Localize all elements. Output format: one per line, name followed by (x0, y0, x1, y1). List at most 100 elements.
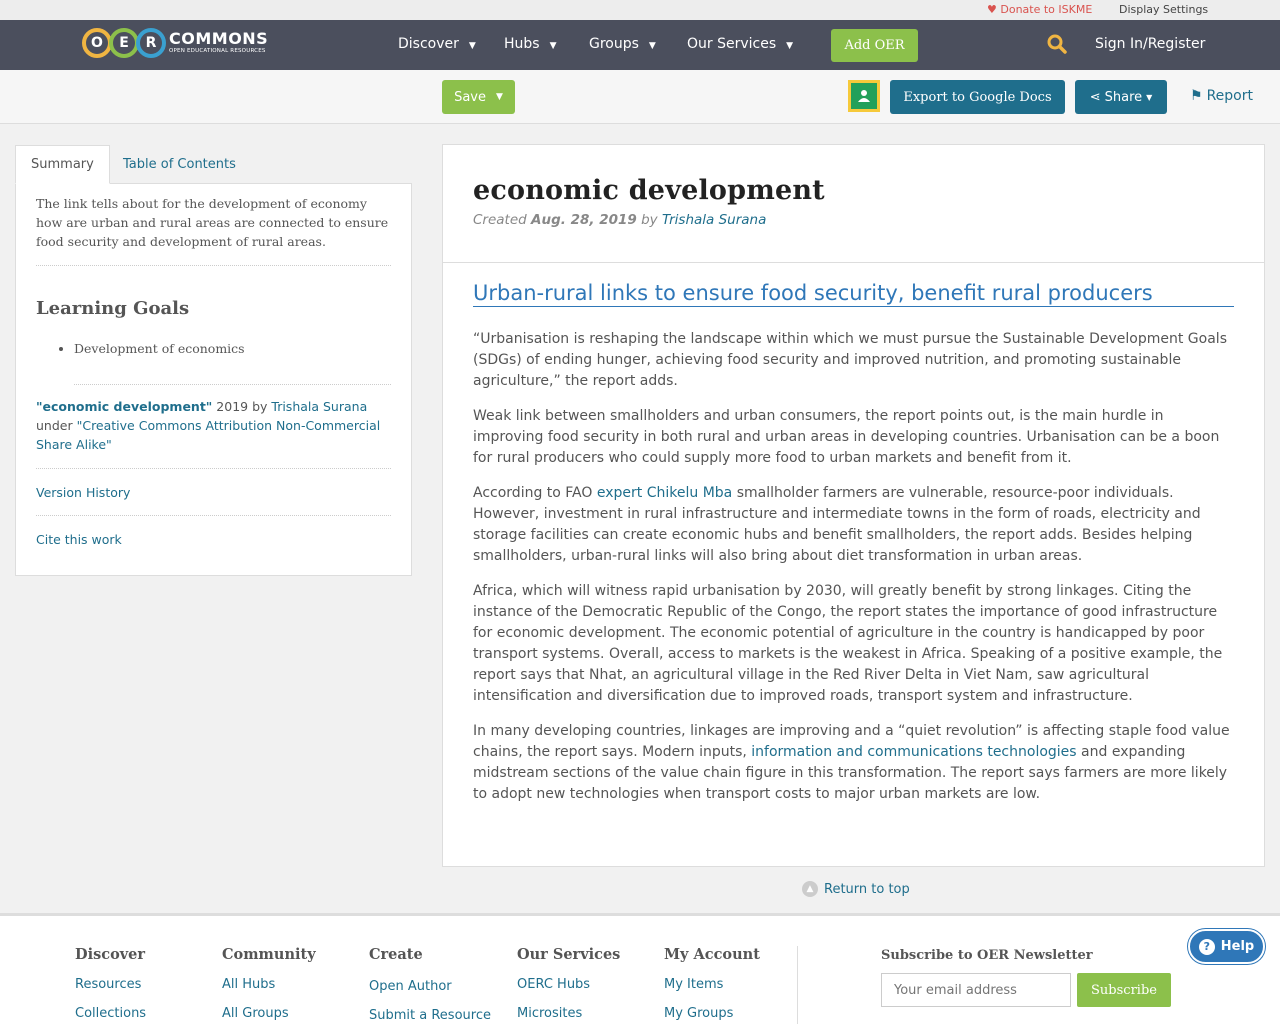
footer-heading: Discover (75, 946, 146, 963)
caret-down-icon: ▼ (496, 92, 503, 102)
footer-divider (797, 946, 798, 1024)
license-attribution: "economic development" 2019 by Trishala … (36, 397, 391, 469)
subscribe-button[interactable]: Subscribe (1077, 973, 1171, 1007)
footer-link-oerc-hubs[interactable]: OERC Hubs (517, 977, 620, 992)
footer-link-collections[interactable]: Collections (75, 1006, 146, 1021)
summary-panel: The link tells about for the development… (15, 183, 412, 576)
newsletter-email-input[interactable] (881, 973, 1071, 1007)
created-label: Created (473, 212, 527, 228)
footer-link-my-items[interactable]: My Items (664, 977, 760, 992)
logo-subtitle: OPEN EDUCATIONAL RESOURCES (169, 48, 266, 54)
resource-header: economic development Created Aug. 28, 20… (443, 145, 1264, 263)
version-history-row: Version History (36, 485, 391, 516)
tab-table-of-contents[interactable]: Table of Contents (108, 145, 251, 184)
paragraph-1: “Urbanisation is reshaping the landscape… (473, 331, 1227, 389)
sign-in-register-link[interactable]: Sign In/Register (1095, 36, 1205, 52)
footer-heading: My Account (664, 946, 760, 963)
chevron-down-icon: ▼ (786, 41, 794, 51)
resource-title-link[interactable]: "economic development" (36, 399, 212, 414)
footer-col-community: Community All Hubs All Groups (222, 946, 316, 1021)
cite-this-work-link[interactable]: Cite this work (36, 532, 122, 547)
question-icon: ? (1198, 938, 1215, 955)
flag-icon: ⚑ (1190, 88, 1203, 104)
help-label: Help (1220, 939, 1255, 954)
footer-col-my-account: My Account My Items My Groups (664, 946, 760, 1021)
nav-hubs-label: Hubs (504, 36, 540, 52)
nav-groups-label: Groups (589, 36, 639, 52)
chevron-down-icon: ▼ (648, 41, 656, 51)
cite-row: Cite this work (36, 532, 391, 562)
nav-hubs[interactable]: Hubs ▼ (504, 36, 557, 52)
share-button[interactable]: ⋖ Share ▼ (1075, 80, 1167, 114)
paragraph-3-start: According to FAO (473, 485, 597, 501)
main-navbar: O E R COMMONS OPEN EDUCATIONAL RESOURCES… (0, 20, 1280, 70)
nav-discover[interactable]: Discover ▼ (398, 36, 476, 52)
arrow-up-icon: ▲ (802, 881, 818, 897)
footer-col-create: Create Open Author Submit a Resource (369, 946, 491, 1023)
nav-our-services[interactable]: Our Services ▼ (687, 36, 793, 52)
tab-summary[interactable]: Summary (15, 145, 110, 184)
logo-letter-o: O (82, 28, 112, 58)
expert-link[interactable]: expert Chikelu Mba (597, 485, 732, 501)
ict-link[interactable]: information and communications technolog… (751, 744, 1076, 760)
site-footer: Discover Resources Collections Community… (0, 913, 1280, 1024)
nav-groups[interactable]: Groups ▼ (589, 36, 656, 52)
footer-heading: Community (222, 946, 316, 963)
oer-commons-logo[interactable]: O E R COMMONS OPEN EDUCATIONAL RESOURCES (82, 25, 268, 61)
caret-down-icon: ▼ (1146, 92, 1153, 102)
page-title: economic development (473, 175, 825, 206)
footer-link-all-hubs[interactable]: All Hubs (222, 977, 316, 992)
learning-goals-list: Development of economics (74, 341, 391, 385)
article-title-link[interactable]: Urban-rural links to ensure food securit… (473, 281, 1234, 307)
add-oer-button[interactable]: Add OER (831, 29, 918, 62)
paragraph-2: Weak link between smallholders and urban… (473, 408, 1220, 466)
top-utility-bar: ♥ Donate to ISKME Display Settings (0, 0, 1280, 20)
footer-heading: Create (369, 946, 423, 963)
help-button[interactable]: ? Help (1188, 929, 1265, 964)
logo-letter-r: R (136, 28, 166, 58)
author-link[interactable]: Trishala Surana (271, 399, 367, 414)
logo-commons: COMMONS (169, 29, 269, 48)
author-link[interactable]: Trishala Surana (662, 212, 766, 228)
footer-col-discover: Discover Resources Collections (75, 946, 146, 1021)
google-classroom-button[interactable] (848, 80, 880, 112)
newsletter-title: Subscribe to OER Newsletter (881, 948, 1093, 963)
save-label: Save (454, 89, 486, 105)
report-link[interactable]: ⚑ Report (1190, 88, 1253, 104)
created-date: Aug. 28, 2019 (531, 212, 637, 228)
license-under: under (36, 418, 77, 433)
nav-our-services-label: Our Services (687, 36, 777, 52)
chevron-down-icon: ▼ (468, 41, 476, 51)
paragraph-5: In many developing countries, linkages a… (473, 721, 1234, 805)
logo-letter-e: E (109, 28, 139, 58)
paragraph-4: Africa, which will witness rapid urbanis… (473, 583, 1223, 704)
sidebar-tabs: Summary Table of Contents (15, 145, 412, 184)
return-to-top-link[interactable]: ▲ Return to top (802, 881, 910, 897)
footer-link-microsites[interactable]: Microsites (517, 1006, 620, 1021)
nav-discover-label: Discover (398, 36, 459, 52)
learning-goal-item: Development of economics (74, 341, 391, 356)
footer-link-all-groups[interactable]: All Groups (222, 1006, 316, 1021)
footer-heading: Our Services (517, 946, 621, 963)
return-to-top-label: Return to top (824, 881, 910, 897)
resource-body: Urban-rural links to ensure food securit… (443, 263, 1264, 805)
heart-icon: ♥ (987, 3, 997, 16)
share-label: Share (1104, 89, 1143, 105)
logo-text: COMMONS OPEN EDUCATIONAL RESOURCES (169, 31, 268, 55)
save-button[interactable]: Save ▼ (442, 80, 515, 114)
display-settings-link[interactable]: Display Settings (1119, 3, 1208, 16)
footer-link-resources[interactable]: Resources (75, 977, 146, 992)
footer-link-my-groups[interactable]: My Groups (664, 1006, 760, 1021)
footer-link-open-author[interactable]: Open Author (369, 979, 491, 994)
donate-link[interactable]: ♥ Donate to ISKME (987, 3, 1092, 16)
footer-link-submit-resource[interactable]: Submit a Resource (369, 1008, 491, 1023)
export-google-docs-button[interactable]: Export to Google Docs (890, 80, 1065, 114)
version-history-link[interactable]: Version History (36, 485, 130, 500)
search-icon[interactable] (1047, 34, 1067, 54)
license-link[interactable]: "Creative Commons Attribution Non-Commer… (36, 418, 380, 452)
footer-col-our-services: Our Services OERC Hubs Microsites (517, 946, 620, 1021)
summary-text: The link tells about for the development… (36, 194, 391, 266)
donate-label: Donate to ISKME (1000, 3, 1093, 16)
learning-goals-title: Learning Goals (36, 298, 190, 319)
license-year: 2019 by (212, 399, 272, 414)
